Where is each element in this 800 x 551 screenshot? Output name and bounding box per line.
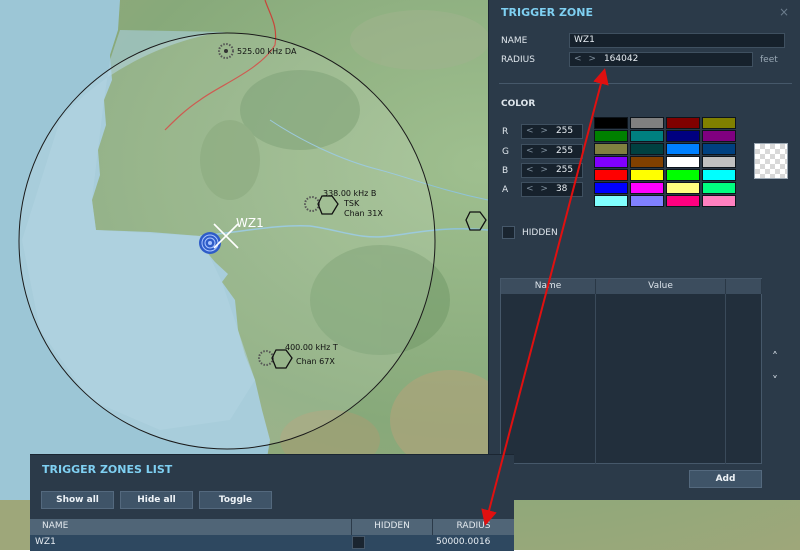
channel-a-value: 38 [555, 184, 568, 194]
color-swatch[interactable] [594, 130, 628, 142]
channel-r-value: 255 [555, 126, 574, 136]
color-swatch[interactable] [702, 117, 736, 129]
list-title: TRIGGER ZONES LIST [42, 463, 173, 476]
table-header-extra [726, 279, 762, 294]
spinner-arrows-icon[interactable]: < > [574, 54, 598, 64]
color-swatch[interactable] [702, 156, 736, 168]
color-swatch[interactable] [594, 169, 628, 181]
chevron-up-icon[interactable]: ˄ [772, 350, 778, 364]
color-swatch[interactable] [594, 143, 628, 155]
nav-label: Chan 67X [296, 357, 335, 366]
trigger-zone-circle[interactable] [18, 32, 436, 450]
color-swatch[interactable] [702, 182, 736, 194]
trigger-zones-list-panel: TRIGGER ZONES LIST Show all Hide all Tog… [30, 454, 514, 551]
hide-all-button[interactable]: Hide all [120, 491, 193, 509]
radius-label: RADIUS [501, 55, 535, 65]
column-header-hidden[interactable]: HIDDEN [351, 519, 432, 535]
spinner-arrows-icon[interactable]: < > [526, 146, 550, 156]
channel-r-field[interactable]: < > 255 [521, 124, 583, 139]
row-name: WZ1 [35, 537, 56, 547]
column-header-radius[interactable]: RADIUS [432, 519, 514, 535]
color-swatch[interactable] [594, 182, 628, 194]
add-button[interactable]: Add [689, 470, 762, 488]
color-swatch[interactable] [666, 117, 700, 129]
spinner-arrows-icon[interactable]: < > [526, 165, 550, 175]
channel-b-label: B [502, 166, 509, 176]
hidden-label: HIDDEN [522, 228, 558, 238]
nav-label: TSK [343, 199, 360, 208]
divider [499, 83, 792, 84]
channel-g-field[interactable]: < > 255 [521, 144, 583, 159]
name-value: WZ1 [574, 35, 595, 45]
table-row[interactable]: WZ1 50000.0016 [30, 535, 514, 551]
color-swatch[interactable] [630, 143, 664, 155]
channel-r-label: R [502, 127, 509, 137]
nav-label: 525.00 kHz DA [237, 47, 297, 56]
color-label: COLOR [501, 99, 536, 109]
column-header-name[interactable]: NAME [30, 519, 351, 535]
color-swatch[interactable] [594, 156, 628, 168]
color-swatch[interactable] [666, 195, 700, 207]
row-radius: 50000.0016 [436, 537, 491, 547]
table-header-value[interactable]: Value [596, 279, 726, 294]
properties-table[interactable]: Name Value [500, 278, 762, 464]
radius-unit: feet [760, 55, 778, 65]
color-swatch[interactable] [702, 130, 736, 142]
color-swatch[interactable] [630, 195, 664, 207]
row-hidden-checkbox[interactable] [352, 536, 365, 549]
radius-field[interactable]: < > 164042 [569, 52, 753, 67]
color-swatch[interactable] [630, 169, 664, 181]
channel-g-value: 255 [555, 146, 574, 156]
color-swatch[interactable] [630, 182, 664, 194]
column-divider [595, 294, 596, 464]
channel-a-field[interactable]: < > 38 [521, 182, 583, 197]
color-swatch[interactable] [630, 130, 664, 142]
toggle-button[interactable]: Toggle [199, 491, 272, 509]
nav-label: Chan 31X [344, 209, 383, 218]
hidden-checkbox[interactable] [502, 226, 515, 239]
color-swatch[interactable] [702, 195, 736, 207]
trigger-zone-label: WZ1 [236, 216, 264, 230]
color-swatch[interactable] [594, 117, 628, 129]
color-swatch[interactable] [666, 169, 700, 181]
nav-label: 400.00 kHz T [285, 343, 338, 352]
color-swatch[interactable] [666, 130, 700, 142]
color-swatch[interactable] [666, 156, 700, 168]
close-icon[interactable]: × [779, 5, 789, 19]
panel-title: TRIGGER ZONE [501, 6, 593, 19]
color-swatch[interactable] [630, 117, 664, 129]
spinner-arrows-icon[interactable]: < > [526, 184, 550, 194]
spinner-arrows-icon[interactable]: < > [526, 126, 550, 136]
table-header-name[interactable]: Name [501, 279, 596, 294]
trigger-zone-panel: TRIGGER ZONE × NAME WZ1 RADIUS < > 164042… [488, 0, 800, 500]
color-swatch[interactable] [666, 143, 700, 155]
name-label: NAME [501, 36, 528, 46]
channel-b-field[interactable]: < > 255 [521, 163, 583, 178]
nav-label: 338.00 kHz B [323, 189, 376, 198]
show-all-button[interactable]: Show all [41, 491, 114, 509]
color-swatch[interactable] [702, 143, 736, 155]
name-field[interactable]: WZ1 [569, 33, 785, 48]
radius-value: 164042 [603, 54, 639, 64]
color-swatch[interactable] [630, 156, 664, 168]
channel-a-label: A [502, 185, 509, 195]
column-divider [725, 294, 726, 464]
channel-b-value: 255 [555, 165, 574, 175]
color-swatch[interactable] [702, 169, 736, 181]
channel-g-label: G [502, 147, 509, 157]
color-preview [754, 143, 788, 179]
color-swatch[interactable] [594, 195, 628, 207]
chevron-down-icon[interactable]: ˅ [772, 374, 778, 388]
color-swatch[interactable] [666, 182, 700, 194]
